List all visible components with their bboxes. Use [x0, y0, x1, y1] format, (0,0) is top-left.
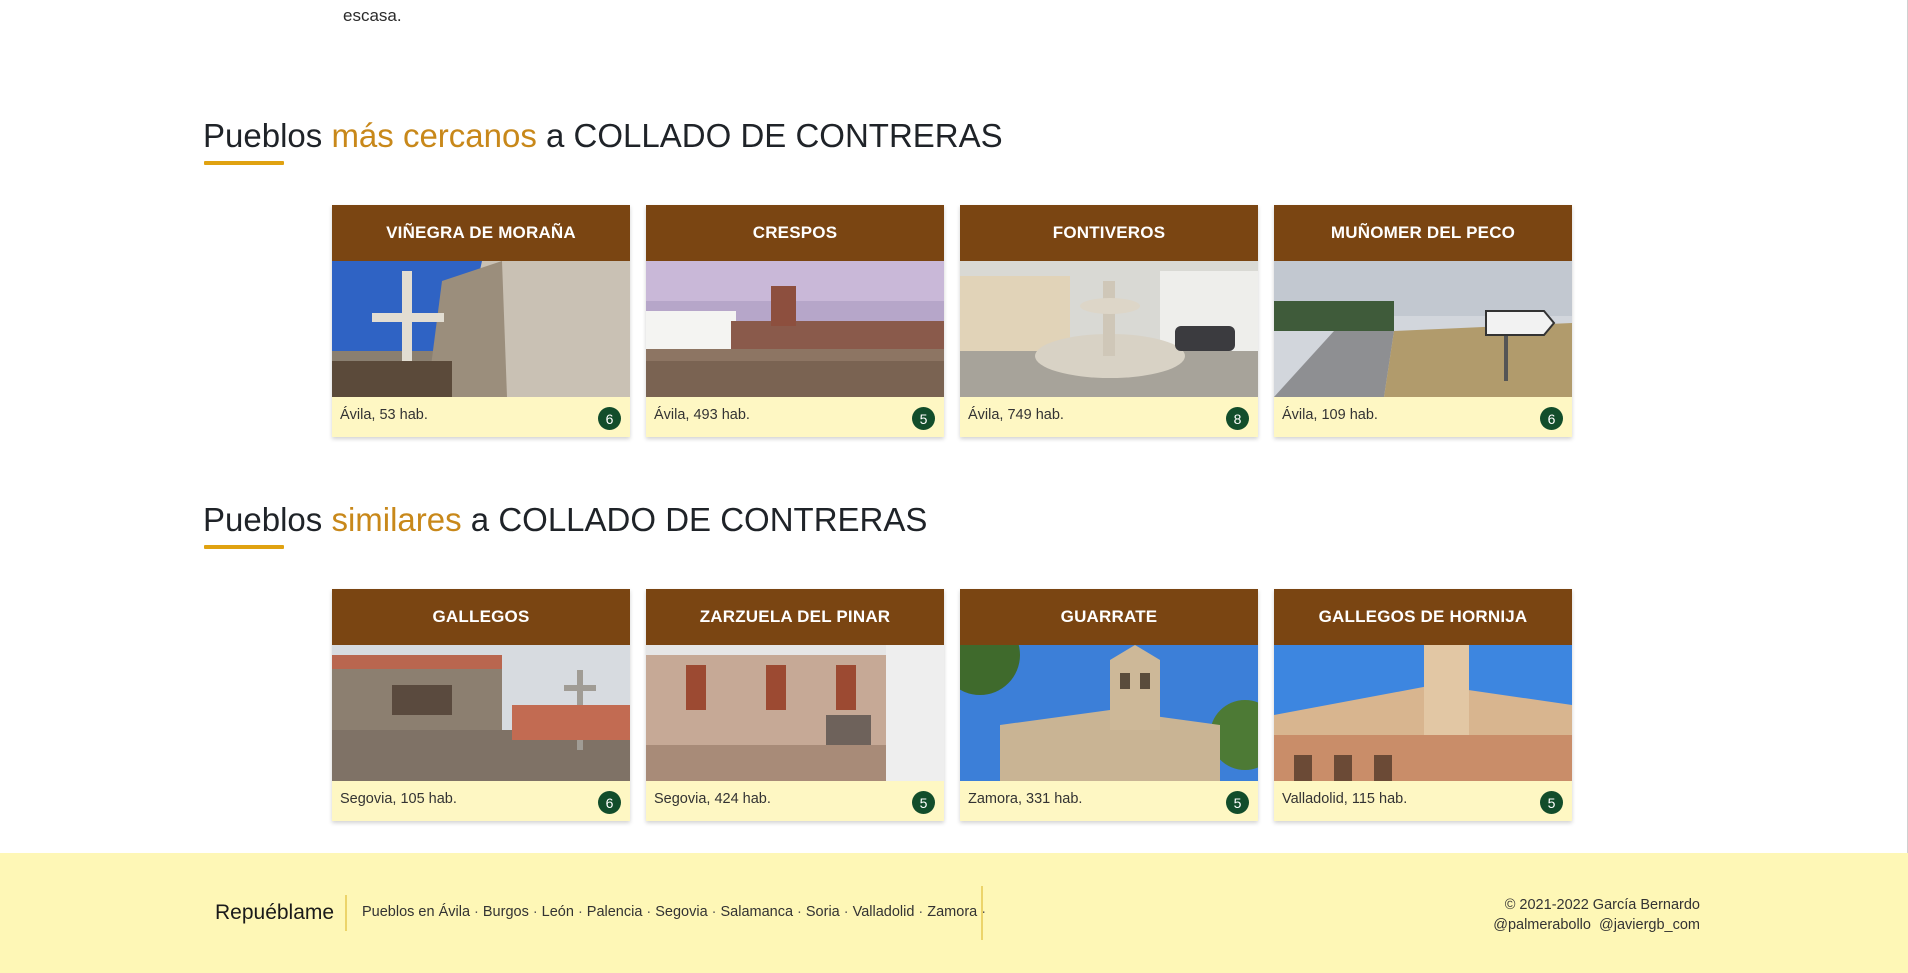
province-link-leon[interactable]: León — [542, 904, 574, 920]
town-card[interactable]: VIÑEGRA DE MORAÑA Ávila, 53 hab. 6 — [332, 205, 630, 437]
twitter-handle-link[interactable]: @javiergb_com — [1599, 917, 1700, 933]
link-separator: · — [843, 904, 849, 920]
link-separator: · — [532, 904, 538, 920]
footer-divider — [345, 895, 347, 931]
similar-section-title: Pueblos similares a COLLADO DE CONTRERAS — [203, 501, 927, 539]
town-card-name: GUARRATE — [960, 589, 1258, 645]
town-card-location: Ávila, 53 hab. — [340, 407, 428, 423]
town-card-location: Segovia, 424 hab. — [654, 791, 771, 807]
town-card-footer: Ávila, 109 hab. 6 — [1274, 397, 1572, 437]
town-card-name: VIÑEGRA DE MORAÑA — [332, 205, 630, 261]
score-badge: 5 — [912, 407, 935, 430]
link-separator: · — [711, 904, 717, 920]
province-link-palencia[interactable]: Palencia — [587, 904, 643, 920]
brand-logo-link[interactable]: Repuéblame — [215, 901, 334, 925]
town-card-location: Ávila, 493 hab. — [654, 407, 750, 423]
town-card-location: Zamora, 331 hab. — [968, 791, 1083, 807]
stone-building-photo — [646, 645, 944, 781]
town-card-location: Valladolid, 115 hab. — [1282, 791, 1408, 807]
similar-title-underline — [204, 545, 284, 549]
link-separator: · — [797, 904, 802, 920]
province-link-salamanca[interactable]: Salamanca — [721, 904, 794, 920]
town-card-footer: Ávila, 53 hab. 6 — [332, 397, 630, 437]
town-card-footer: Valladolid, 115 hab. 5 — [1274, 781, 1572, 821]
similar-title-suffix: a COLLADO DE CONTRERAS — [470, 501, 928, 538]
town-card-footer: Segovia, 424 hab. 5 — [646, 781, 944, 821]
similar-title-accent: similares — [331, 501, 462, 538]
field-church-photo — [646, 261, 944, 397]
similar-title-prefix: Pueblos — [203, 501, 323, 538]
similar-cards-row: GALLEGOS Segovia, 105 hab. 6 ZARZUELA DE… — [332, 589, 1573, 821]
province-link-avila[interactable]: Ávila — [439, 904, 470, 920]
link-separator: · — [646, 904, 652, 920]
province-links: Pueblos en Ávila · Burgos · León · Palencia · Se… — [362, 904, 990, 920]
score-badge: 5 — [912, 791, 935, 814]
town-card-name: GALLEGOS — [332, 589, 630, 645]
link-separator: · — [577, 904, 583, 920]
province-link-valladolid[interactable]: Valladolid — [853, 904, 915, 920]
town-card-location: Ávila, 749 hab. — [968, 407, 1064, 423]
town-card-footer: Zamora, 331 hab. 5 — [960, 781, 1258, 821]
footer-divider — [981, 886, 983, 940]
score-badge: 6 — [598, 407, 621, 430]
town-card[interactable]: GUARRATE Zamora, 331 hab. 5 — [960, 589, 1258, 821]
nearby-title-underline — [204, 161, 284, 165]
town-card[interactable]: GALLEGOS DE HORNIJA Valladolid, 115 hab.… — [1274, 589, 1572, 821]
score-badge: 8 — [1226, 407, 1249, 430]
fountain-square-photo — [960, 261, 1258, 397]
nearby-section-title: Pueblos más cercanos a COLLADO DE CONTRE… — [203, 117, 1003, 155]
score-badge: 5 — [1540, 791, 1563, 814]
stone-cross-photo — [332, 261, 630, 397]
site-footer: Repuéblame Pueblos en Ávila · Burgos · León ·… — [0, 853, 1908, 973]
twitter-handle-link[interactable]: @palmerabollo — [1493, 917, 1591, 933]
town-card-footer: Ávila, 749 hab. 8 — [960, 397, 1258, 437]
town-card[interactable]: MUÑOMER DEL PECO Ávila, 109 hab. 6 — [1274, 205, 1572, 437]
province-link-burgos[interactable]: Burgos — [483, 904, 529, 920]
province-link-soria[interactable]: Soria — [806, 904, 840, 920]
town-hall-photo — [332, 645, 630, 781]
footer-credits: © 2021-2022 García Bernardo @palmeraboll… — [1493, 895, 1700, 935]
town-card[interactable]: FONTIVEROS Ávila, 749 hab. 8 — [960, 205, 1258, 437]
score-badge: 6 — [598, 791, 621, 814]
province-link-segovia[interactable]: Segovia — [655, 904, 707, 920]
town-card[interactable]: ZARZUELA DEL PINAR Segovia, 424 hab. 5 — [646, 589, 944, 821]
link-separator: · — [474, 904, 479, 920]
town-card-location: Ávila, 109 hab. — [1282, 407, 1378, 423]
nearby-cards-row: VIÑEGRA DE MORAÑA Ávila, 53 hab. 6 CRESP… — [332, 205, 1573, 437]
town-card-footer: Ávila, 493 hab. 5 — [646, 397, 944, 437]
nearby-title-prefix: Pueblos — [203, 117, 323, 154]
town-card-name: FONTIVEROS — [960, 205, 1258, 261]
town-card-footer: Segovia, 105 hab. 6 — [332, 781, 630, 821]
town-card[interactable]: CRESPOS Ávila, 493 hab. 5 — [646, 205, 944, 437]
town-card-name: CRESPOS — [646, 205, 944, 261]
nearby-title-suffix: a COLLADO DE CONTRERAS — [546, 117, 1003, 154]
link-separator: · — [918, 904, 924, 920]
province-link-zamora[interactable]: Zamora — [927, 904, 977, 920]
town-card[interactable]: GALLEGOS Segovia, 105 hab. 6 — [332, 589, 630, 821]
bell-tower-church-photo — [960, 645, 1258, 781]
town-card-name: MUÑOMER DEL PECO — [1274, 205, 1572, 261]
brick-church-photo — [1274, 645, 1572, 781]
town-card-location: Segovia, 105 hab. — [340, 791, 457, 807]
score-badge: 5 — [1226, 791, 1249, 814]
nearby-title-accent: más cercanos — [331, 117, 537, 154]
score-badge: 6 — [1540, 407, 1563, 430]
road-sign-photo — [1274, 261, 1572, 397]
links-prefix: Pueblos en — [362, 904, 435, 920]
town-card-name: GALLEGOS DE HORNIJA — [1274, 589, 1572, 645]
copyright-text: © 2021-2022 García Bernardo — [1504, 897, 1700, 913]
town-card-name: ZARZUELA DEL PINAR — [646, 589, 944, 645]
intro-text: escasa. — [343, 6, 402, 25]
